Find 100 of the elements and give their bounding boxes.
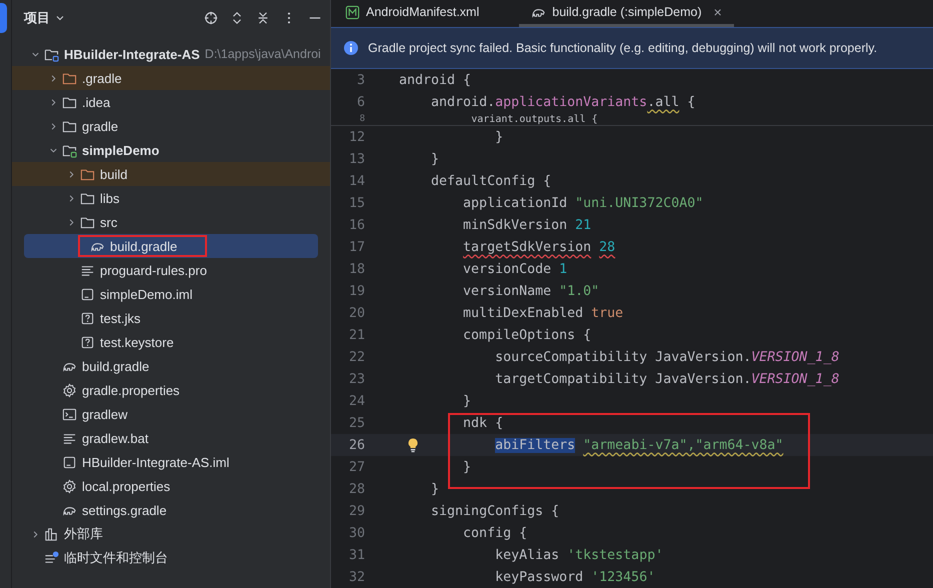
line-number: 3 xyxy=(356,72,365,88)
tree-item[interactable]: src xyxy=(12,210,330,234)
line-number: 24 xyxy=(348,394,365,408)
tree-item-label: test.keystore xyxy=(100,334,174,350)
code-line: targetCompatibility JavaVersion.VERSION_1_8 xyxy=(494,372,840,386)
scratch-icon xyxy=(44,550,59,566)
tree-item[interactable]: libs xyxy=(12,186,330,210)
banner-message: Gradle project sync failed. Basic functionality (e.g. editing, debugging) will not work properly. xyxy=(368,41,878,55)
expand-all-icon[interactable] xyxy=(230,11,244,25)
code-line: signingConfigs { xyxy=(430,504,560,518)
tree-item-label: src xyxy=(100,214,118,230)
library-icon xyxy=(44,526,59,542)
tree-item[interactable]: HBuilder-Integrate-AS D:\1apps\java\Androi xyxy=(12,42,330,66)
close-tab-button[interactable]: × xyxy=(714,4,722,20)
tree-item[interactable]: 临时文件和控制台 xyxy=(12,546,330,570)
code-line: minSdkVersion 21 xyxy=(462,218,592,232)
tree-item-label: gradlew.bat xyxy=(82,430,148,446)
line-number: 14 xyxy=(348,174,365,188)
tree-item[interactable]: build.gradle xyxy=(12,354,330,378)
tree-item-label: local.properties xyxy=(82,478,170,494)
line-number: 12 xyxy=(348,130,365,144)
tree-item[interactable]: gradlew.bat xyxy=(12,426,330,450)
tree-item-label: build.gradle xyxy=(110,238,178,254)
code-line: multiDexEnabled true xyxy=(462,306,624,320)
tree-item[interactable]: test.jks xyxy=(12,306,330,330)
code-line: } xyxy=(494,130,504,144)
code-line: versionCode 1 xyxy=(462,262,568,276)
tree-item-label: simpleDemo xyxy=(82,142,160,158)
code-line: abiFilters "armeabi-v7a","arm64-v8a" xyxy=(494,438,784,452)
tree-item-label: 临时文件和控制台 xyxy=(64,549,168,567)
tree-item[interactable]: gradlew xyxy=(12,402,330,426)
line-number: 13 xyxy=(348,152,365,166)
tool-window-button[interactable] xyxy=(0,3,7,33)
line-number: 16 xyxy=(348,218,365,232)
tree-item-label: gradlew xyxy=(82,406,128,422)
code-line: keyPassword '123456' xyxy=(494,570,656,584)
code-line: } xyxy=(430,152,440,166)
line-number: 25 xyxy=(348,416,365,430)
line-number: 21 xyxy=(348,328,365,342)
project-path: D:\1apps\java\Androi xyxy=(204,47,321,61)
tree-item-label: test.jks xyxy=(100,310,140,326)
file-icon xyxy=(62,454,77,470)
tree-item[interactable]: 外部库 xyxy=(12,522,330,546)
code-line: applicationId "uni.UNI372C0A0" xyxy=(462,196,704,210)
tree-item-label: build.gradle xyxy=(82,358,150,374)
tree-item-label: libs xyxy=(100,190,120,206)
code-line: keyAlias 'tkstestapp' xyxy=(494,548,664,562)
tree-item[interactable]: settings.gradle xyxy=(12,498,330,522)
project-view-dropdown[interactable]: 项目 xyxy=(24,9,66,27)
tree-item-label: simpleDemo.iml xyxy=(100,286,192,302)
tree-item[interactable]: test.keystore xyxy=(12,330,330,354)
tree-item-label: gradle xyxy=(82,118,118,134)
line-number: 28 xyxy=(348,482,365,496)
tree-item[interactable]: gradle xyxy=(12,114,330,138)
tree-item[interactable]: HBuilder-Integrate-AS.iml xyxy=(12,450,330,474)
line-number: 15 xyxy=(348,196,365,210)
tree-item-label: proguard-rules.pro xyxy=(100,262,207,278)
tree-item[interactable]: local.properties xyxy=(12,474,330,498)
code-line: sourceCompatibility JavaVersion.VERSION_1_8 xyxy=(494,350,840,364)
code-line: versionName "1.0" xyxy=(462,284,600,298)
code-line: config { xyxy=(462,526,528,540)
tree-item-label: HBuilder-Integrate-AS xyxy=(64,46,200,62)
terminal-icon xyxy=(62,406,77,422)
tree-item-label: settings.gradle xyxy=(82,502,167,518)
tree-item[interactable]: build xyxy=(12,162,330,186)
tree-item-label: gradle.properties xyxy=(82,382,180,398)
line-number: 30 xyxy=(348,526,365,540)
code-line: android.applicationVariants.all { xyxy=(430,94,696,110)
line-number: 32 xyxy=(348,570,365,584)
tree-item[interactable]: simpleDemo xyxy=(12,138,330,162)
tree-item[interactable]: gradle.properties xyxy=(12,378,330,402)
code-line: compileOptions { xyxy=(462,328,592,342)
line-number: 20 xyxy=(348,306,365,320)
line-number: 27 xyxy=(348,460,365,474)
gear-icon xyxy=(62,478,77,494)
question-file-icon xyxy=(80,334,95,350)
code-line: } xyxy=(430,482,440,496)
file-icon xyxy=(80,286,95,302)
line-number: 29 xyxy=(348,504,365,518)
line-number: 22 xyxy=(348,350,365,364)
tree-item[interactable]: proguard-rules.pro xyxy=(12,258,330,282)
editor-tab[interactable]: AndroidManifest.xml xyxy=(341,0,492,27)
tree-item[interactable]: build.gradle xyxy=(24,234,318,258)
line-number: 23 xyxy=(348,372,365,386)
line-number: 31 xyxy=(348,548,365,562)
code-line: ndk { xyxy=(462,416,504,430)
line-number: 26 xyxy=(348,438,365,452)
code-line: android { xyxy=(399,72,472,88)
tree-item-label: build xyxy=(100,166,128,182)
collapse-all-icon[interactable] xyxy=(256,11,270,25)
tree-item[interactable]: .gradle xyxy=(12,66,330,90)
code-line: variant.outputs.all { xyxy=(470,114,598,124)
tree-item[interactable]: .idea xyxy=(12,90,330,114)
line-number: 18 xyxy=(348,262,365,276)
tree-item-label: .idea xyxy=(82,94,110,110)
tree-item[interactable]: simpleDemo.iml xyxy=(12,282,330,306)
tree-item-label: .gradle xyxy=(82,70,122,86)
locate-icon[interactable] xyxy=(204,11,218,25)
info-icon xyxy=(343,40,359,56)
code-line: } xyxy=(462,460,472,474)
